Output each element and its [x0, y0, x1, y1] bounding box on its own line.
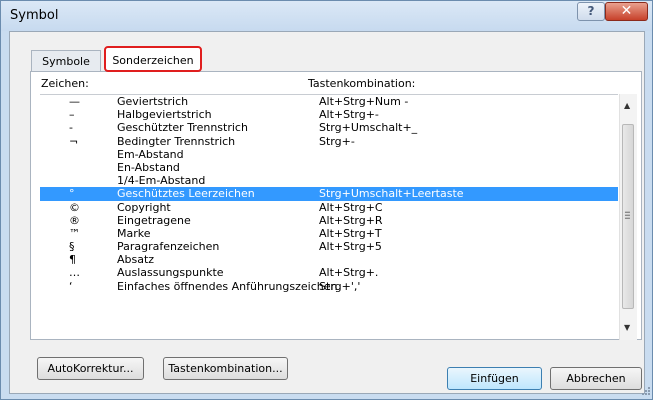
character-glyph: ¬ [69, 134, 79, 148]
symbol-dialog: Symbol ? ✕ Symbole Sonderzeichen Zeichen… [0, 0, 653, 400]
character-glyph: – [69, 108, 75, 122]
help-button[interactable]: ? [577, 2, 605, 21]
character-glyph: — [69, 95, 80, 108]
tab-symbole[interactable]: Symbole [31, 50, 101, 72]
character-name: Geschütztes Leerzeichen [117, 187, 255, 201]
tastenkombination-button[interactable]: Tastenkombination... [163, 357, 288, 380]
list-item[interactable]: – Halbgeviertstrich Alt+Strg+- [40, 108, 618, 121]
scroll-grip-icon: ━ ━ ━ [625, 208, 630, 223]
character-name: Bedingter Trennstrich [117, 134, 236, 148]
abbrechen-button[interactable]: Abbrechen [550, 367, 642, 390]
character-glyph: ° [69, 187, 75, 201]
shortcut-keys: Alt+Strg+T [319, 226, 382, 240]
shortcut-keys: Alt+Strg+5 [319, 240, 382, 254]
character-name: Marke [117, 226, 151, 240]
character-name: Geviertstrich [117, 95, 189, 108]
list-item[interactable]: Em-Abstand [40, 148, 618, 161]
character-name: Absatz [117, 253, 155, 267]
list-item[interactable]: § Paragrafenzeichen Alt+Strg+5 [40, 240, 618, 253]
window-title: Symbol [10, 8, 59, 23]
character-name: Copyright [117, 200, 171, 214]
shortcut-keys: Alt+Strg+. [319, 266, 379, 280]
character-glyph: © [69, 200, 80, 214]
character-name: Geschützter Trennstrich [117, 121, 248, 135]
einfuegen-button[interactable]: Einfügen [447, 367, 542, 390]
list-item[interactable]: ™ Marke Alt+Strg+T [40, 227, 618, 240]
list-item[interactable]: ¬ Bedingter Trennstrich Strg+- [40, 135, 618, 148]
list-item[interactable]: ¶ Absatz [40, 253, 618, 266]
list-item[interactable]: © Copyright Alt+Strg+C [40, 201, 618, 214]
character-name: Eingetragene [117, 213, 191, 227]
shortcut-keys: Strg+- [319, 134, 355, 148]
character-glyph: ‘ [69, 279, 73, 293]
shortcut-keys: Alt+Strg+Num - [319, 95, 409, 108]
list-scrollbar[interactable]: ▲ ━ ━ ━ ▼ [619, 94, 637, 340]
list-item[interactable]: En-Abstand [40, 161, 618, 174]
character-name: Em-Abstand [117, 147, 184, 161]
shortcut-keys: Strg+Umschalt+Leertaste [319, 187, 464, 201]
list-item[interactable]: … Auslassungspunkte Alt+Strg+. [40, 266, 618, 279]
character-glyph: ™ [69, 226, 80, 240]
resize-grip-icon[interactable] [640, 387, 650, 397]
list-item[interactable]: ‘ Einfaches öffnendes Anführungszeichen St… [40, 280, 618, 293]
list-item[interactable]: ° Geschütztes Leerzeichen Strg+Umschalt+Le… [40, 187, 618, 201]
sonderzeichen-panel: Zeichen: Tastenkombination: — Geviertstri… [30, 71, 642, 340]
character-glyph: § [69, 240, 75, 254]
character-name: 1/4-Em-Abstand [117, 174, 206, 188]
character-glyph: - [69, 121, 73, 135]
scroll-up-arrow-icon[interactable]: ▲ [624, 101, 630, 110]
character-name: Paragrafenzeichen [117, 240, 220, 254]
character-glyph: ¶ [69, 253, 76, 267]
character-glyph: … [69, 266, 80, 280]
column-header-zeichen: Zeichen: [41, 77, 89, 90]
character-name: Halbgeviertstrich [117, 108, 212, 122]
list-item[interactable]: — Geviertstrich Alt+Strg+Num - [40, 95, 618, 108]
shortcut-keys: Alt+Strg+C [319, 200, 383, 214]
list-item[interactable]: 1/4-Em-Abstand [40, 174, 618, 187]
shortcut-keys: Strg+Umschalt+_ [319, 121, 418, 135]
character-name: En-Abstand [117, 160, 180, 174]
character-name: Einfaches öffnendes Anführungszeichen [117, 279, 338, 293]
title-bar[interactable]: Symbol ? ✕ [1, 1, 652, 31]
list-item[interactable]: - Geschützter Trennstrich Strg+Umschalt+_ [40, 121, 618, 134]
tab-symbole-label: Symbole [42, 55, 90, 68]
dialog-body: Symbole Sonderzeichen Zeichen: Tastenkom… [9, 31, 645, 394]
column-header-tastenkombination: Tastenkombination: [308, 77, 416, 90]
shortcut-keys: Alt+Strg+- [319, 108, 379, 122]
shortcut-keys: Alt+Strg+R [319, 213, 383, 227]
tab-sonderzeichen[interactable]: Sonderzeichen [104, 46, 202, 72]
scroll-thumb[interactable]: ━ ━ ━ [622, 124, 634, 309]
close-button[interactable]: ✕ [605, 2, 648, 21]
autokorrektur-button[interactable]: AutoKorrektur... [37, 357, 144, 380]
tab-sonderzeichen-label: Sonderzeichen [112, 54, 194, 67]
special-character-list[interactable]: — Geviertstrich Alt+Strg+Num - – Halbgeviert… [40, 94, 618, 341]
character-name: Auslassungspunkte [117, 266, 224, 280]
character-glyph: ® [69, 213, 80, 227]
shortcut-keys: Strg+',' [319, 279, 361, 293]
scroll-down-arrow-icon[interactable]: ▼ [624, 323, 630, 332]
list-item[interactable]: ® Eingetragene Alt+Strg+R [40, 214, 618, 227]
